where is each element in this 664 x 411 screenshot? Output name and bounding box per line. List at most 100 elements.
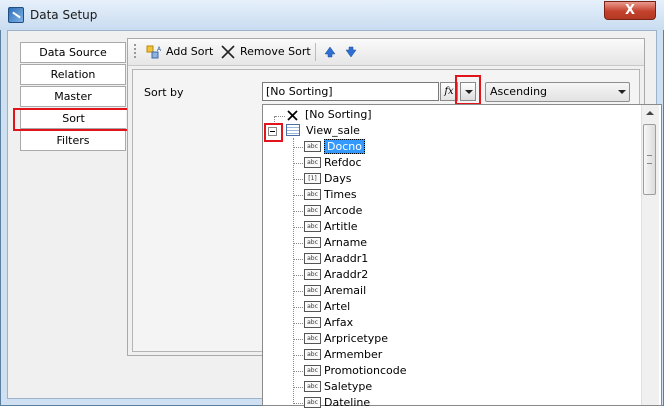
text-field-icon: abc xyxy=(304,157,321,168)
sort-field-input[interactable]: [No Sorting] xyxy=(262,82,439,101)
tree-field-item[interactable]: Days xyxy=(324,171,351,187)
tree-field-item[interactable]: Aremail xyxy=(324,283,366,299)
tree-connector xyxy=(274,116,276,122)
dropdown-highlight xyxy=(455,75,481,105)
tree-connector xyxy=(294,163,303,165)
tree-connector xyxy=(294,323,303,325)
no-sorting-icon xyxy=(287,110,298,121)
tab-data-source[interactable]: Data Source xyxy=(20,42,126,63)
text-field-icon: abc xyxy=(304,285,321,296)
text-field-icon: abc xyxy=(304,269,321,280)
field-tree-popup[interactable] xyxy=(262,104,662,406)
add-sort-icon: A xyxy=(146,45,162,59)
tree-connector xyxy=(294,275,303,277)
tree-connector xyxy=(294,243,303,245)
tree-field-label: Arpricetype xyxy=(324,332,388,345)
tree-field-item[interactable]: Araddr1 xyxy=(324,251,368,267)
sort-by-label: Sort by xyxy=(144,86,184,99)
arrow-up-icon xyxy=(324,46,336,58)
tree-field-label: Artitle xyxy=(324,220,358,233)
arrow-down-icon xyxy=(345,46,357,58)
tree-field-item[interactable]: Artitle xyxy=(324,219,358,235)
svg-text:A: A xyxy=(157,46,162,53)
tree-connector xyxy=(294,403,303,405)
tree-field-label: Aremail xyxy=(324,284,367,297)
tree-field-label: Araddr2 xyxy=(324,268,369,281)
title-bar[interactable] xyxy=(0,0,664,30)
scroll-thumb[interactable] xyxy=(643,124,656,195)
close-button[interactable]: X xyxy=(604,1,656,20)
tree-connector xyxy=(294,259,303,261)
tree-field-item[interactable]: Times xyxy=(324,187,357,203)
tree-field-item[interactable]: Saletype xyxy=(324,379,372,395)
tree-field-item[interactable]: Arcode xyxy=(324,203,362,219)
text-field-icon: abc xyxy=(304,237,321,248)
tree-field-label: Artel xyxy=(324,300,351,313)
move-up-button[interactable] xyxy=(324,44,336,60)
tree-field-item[interactable]: Artel xyxy=(324,299,350,315)
window-title: Data Setup xyxy=(30,8,98,22)
tree-field-label: Times xyxy=(324,188,357,201)
add-sort-label: Add Sort xyxy=(166,45,214,58)
sort-order-select[interactable]: Ascending xyxy=(485,82,630,102)
tree-field-label: Promotioncode xyxy=(324,364,407,377)
tree-connector xyxy=(294,179,303,181)
remove-icon xyxy=(221,45,235,59)
tree-field-label: Days xyxy=(324,172,352,185)
tree-item-no-sorting[interactable]: [No Sorting] xyxy=(305,107,372,123)
tree-connector xyxy=(275,116,285,118)
tree-connector xyxy=(294,339,303,341)
tree-field-label: Dateline xyxy=(324,396,371,409)
tree-field-label: Arcode xyxy=(324,204,363,217)
tree-field-item[interactable]: Refdoc xyxy=(324,155,362,171)
collapse-highlight xyxy=(264,123,283,142)
tree-field-item[interactable]: Arpricetype xyxy=(324,331,388,347)
tree-connector xyxy=(294,291,303,293)
tree-field-item[interactable]: Araddr2 xyxy=(324,267,368,283)
tab-filters[interactable]: Filters xyxy=(20,130,126,151)
tree-connector xyxy=(294,355,303,357)
tree-field-item[interactable]: Arfax xyxy=(324,315,353,331)
tree-field-label: Araddr1 xyxy=(324,252,369,265)
tree-field-label: Arname xyxy=(324,236,368,249)
tree-connector xyxy=(294,211,303,213)
text-field-icon: abc xyxy=(304,253,321,264)
app-icon xyxy=(8,7,24,23)
tree-field-item[interactable]: Armember xyxy=(324,347,382,363)
sort-tab-highlight xyxy=(13,108,131,131)
text-field-icon: abc xyxy=(304,381,321,392)
tree-field-label: Armember xyxy=(324,348,383,361)
chevron-down-icon xyxy=(618,90,626,94)
toolbar-separator xyxy=(315,43,316,61)
text-field-icon: abc xyxy=(304,205,321,216)
toolbar-grip xyxy=(134,44,138,58)
text-field-icon: abc xyxy=(304,365,321,376)
tree-connector xyxy=(294,195,303,197)
tree-connector xyxy=(294,371,303,373)
text-field-icon: abc xyxy=(304,333,321,344)
tree-field-label: Docno xyxy=(324,139,365,154)
remove-sort-label: Remove Sort xyxy=(240,45,311,58)
tree-field-label: Arfax xyxy=(324,316,354,329)
table-icon xyxy=(286,124,300,136)
tab-relation[interactable]: Relation xyxy=(20,64,126,85)
date-field-icon: [1] xyxy=(304,173,321,184)
text-field-icon: abc xyxy=(304,397,321,408)
tree-field-item[interactable]: Docno xyxy=(324,139,365,155)
tree-item-table[interactable]: View_sale xyxy=(306,123,360,139)
tab-master-component[interactable]: Master Component xyxy=(20,86,126,122)
tree-field-item[interactable]: Dateline xyxy=(324,395,370,411)
tree-field-label: Saletype xyxy=(324,380,373,393)
tree-field-item[interactable]: Arname xyxy=(324,235,367,251)
tree-connector xyxy=(294,147,303,149)
text-field-icon: abc xyxy=(304,349,321,360)
move-down-button[interactable] xyxy=(345,44,357,60)
tree-connector xyxy=(294,227,303,229)
scroll-up-button[interactable] xyxy=(641,105,658,122)
tree-connector xyxy=(294,307,303,309)
text-field-icon: abc xyxy=(304,141,321,152)
tree-field-item[interactable]: Promotioncode xyxy=(324,363,407,379)
tree-field-label: Refdoc xyxy=(324,156,362,169)
text-field-icon: abc xyxy=(304,317,321,328)
text-field-icon: abc xyxy=(304,301,321,312)
